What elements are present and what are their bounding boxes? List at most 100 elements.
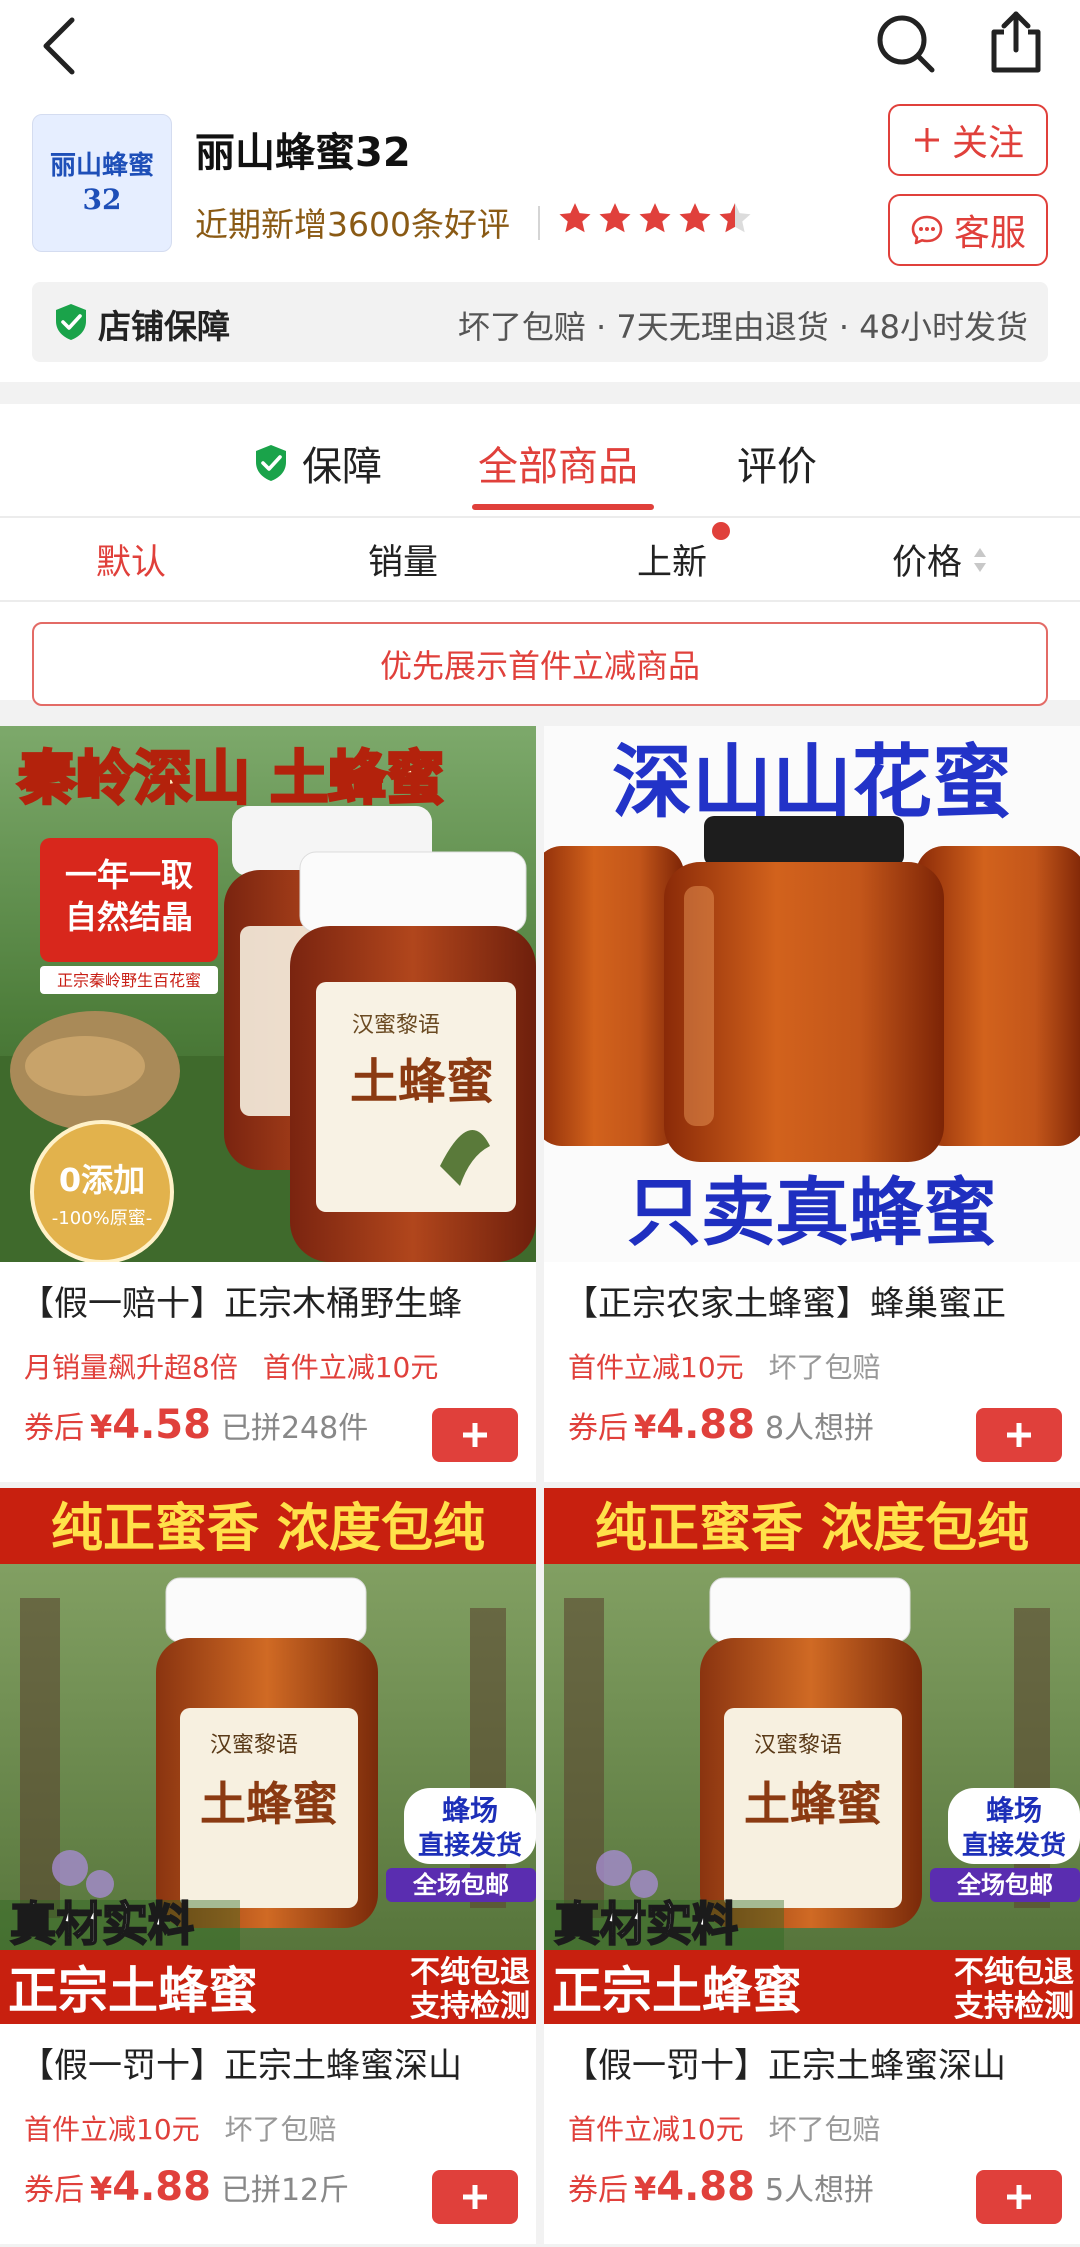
chat-icon	[911, 215, 943, 245]
sort-price[interactable]: 价格	[892, 534, 988, 585]
product-tag: 首件立减10元	[24, 2113, 200, 2146]
product-title[interactable]: 【假一罚十】正宗土蜂蜜深山	[564, 2038, 1069, 2087]
product-sold-count: 已拼12斤	[220, 2173, 350, 2208]
image-badge: 直接发货	[962, 1830, 1066, 1861]
image-seal: -100%原蜜-	[52, 1208, 152, 1229]
image-seal: 0添加	[59, 1161, 145, 1199]
price-prefix: 券后	[568, 2173, 628, 2208]
back-icon[interactable]	[30, 10, 100, 80]
product-tag: 坏了包赔	[768, 1351, 881, 1384]
search-icon[interactable]	[870, 8, 942, 80]
sort-sales[interactable]: 销量	[368, 534, 438, 585]
star-icon	[639, 203, 671, 233]
product-title[interactable]: 【正宗农家土蜂蜜】蜂巢蜜正	[564, 1276, 1069, 1325]
price-prefix: 券后	[568, 1411, 628, 1446]
plus-icon	[1007, 1423, 1031, 1447]
shop-review-summary[interactable]: 近期新增3600条好评	[195, 198, 510, 246]
product-tag: 首件立减10元	[568, 2113, 744, 2146]
shop-page: { "shop": { "logo_line1": "丽山蜂蜜", "logo_…	[0, 0, 1080, 2247]
image-headline: 纯正蜜香 浓度包纯	[595, 1499, 1029, 1559]
shop-logo-line1: 丽山蜂蜜	[49, 151, 154, 181]
tab-reviews[interactable]: 评价	[737, 434, 817, 492]
jar-label: 土蜂蜜	[200, 1777, 338, 1831]
shield-check-icon	[56, 304, 86, 340]
image-text: 正宗土蜂蜜	[8, 1962, 258, 2020]
image-badge: 全场包邮	[412, 1871, 509, 1899]
currency-symbol: ¥	[90, 1408, 113, 1446]
product-tags: 首件立减10元 坏了包赔	[568, 1346, 881, 1386]
product-image[interactable]: 纯正蜜香 浓度包纯 汉蜜黎语 土蜂蜜 蜂场 直接发货 全场包邮 真材实料 正宗土…	[0, 1488, 536, 2024]
plus-icon	[463, 1423, 487, 1447]
new-indicator-dot	[712, 522, 730, 540]
follow-label: 关注	[951, 123, 1024, 164]
star-icon	[679, 203, 711, 233]
add-to-cart-button[interactable]	[976, 1408, 1062, 1462]
product-image[interactable]: 纯正蜜香 浓度包纯 汉蜜黎语 土蜂蜜 蜂场 直接发货 全场包邮 真材实料 正宗土…	[544, 1488, 1080, 2024]
product-tags: 月销量飙升超8倍 首件立减10元	[24, 1346, 454, 1386]
product-card[interactable]: 纯正蜜香 浓度包纯 汉蜜黎语 土蜂蜜 蜂场 直接发货 全场包邮 真材实料 正宗土…	[544, 1488, 1080, 2244]
sort-default[interactable]: 默认	[96, 534, 166, 585]
product-title[interactable]: 【假一赔十】正宗木桶野生蜂	[20, 1276, 525, 1325]
image-text: 真材实料	[10, 1897, 194, 1951]
divider	[0, 516, 1080, 518]
product-title[interactable]: 【假一罚十】正宗土蜂蜜深山	[20, 2038, 525, 2087]
image-badge: 自然结晶	[65, 898, 193, 936]
product-image[interactable]: 深山山花蜜 只卖真蜂蜜	[544, 726, 1080, 1262]
jar-brand: 汉蜜黎语	[352, 1013, 440, 1038]
price-prefix: 券后	[24, 2173, 84, 2208]
sort-new[interactable]: 上新	[637, 534, 707, 585]
product-image[interactable]: 秦岭深山 土蜂蜜 一年一取 自然结晶 正宗秦岭野生百花蜜 0添加 -100%原蜜…	[0, 726, 536, 1262]
sort-price-label: 价格	[892, 543, 963, 583]
image-badge: 一年一取	[65, 856, 193, 894]
guarantee-title: 店铺保障	[98, 307, 230, 346]
product-price-row: 券后 ¥ 4.58 已拼248件	[24, 1402, 368, 1458]
first-item-discount-filter[interactable]: 优先展示首件立减商品	[32, 622, 1048, 706]
add-to-cart-button[interactable]	[432, 2170, 518, 2224]
product-card[interactable]: 秦岭深山 土蜂蜜 一年一取 自然结晶 正宗秦岭野生百花蜜 0添加 -100%原蜜…	[0, 726, 536, 1482]
sort-arrows-icon	[974, 547, 987, 572]
shop-logo[interactable]: 丽山蜂蜜 32	[32, 114, 172, 252]
image-badge: 蜂场	[986, 1794, 1042, 1827]
image-headline: 纯正蜜香 浓度包纯	[51, 1499, 485, 1559]
image-footer: 只卖真蜂蜜	[627, 1170, 997, 1256]
guarantee-desc: 坏了包赔 · 7天无理由退货 · 48小时发货	[457, 308, 1028, 346]
customer-service-button[interactable]: 客服	[888, 194, 1048, 266]
product-price: 4.88	[656, 2164, 755, 2210]
image-headline: 秦岭深山 土蜂蜜	[17, 744, 444, 812]
product-card[interactable]: 纯正蜜香 浓度包纯 汉蜜黎语 土蜂蜜 蜂场 直接发货 全场包邮 真材实料 正宗土…	[0, 1488, 536, 2244]
image-headline: 深山山花蜜	[612, 736, 1012, 829]
add-to-cart-button[interactable]	[976, 2170, 1062, 2224]
add-to-cart-button[interactable]	[432, 1408, 518, 1462]
product-sold-count: 5人想拼	[764, 2173, 875, 2208]
image-text: 不纯包退	[954, 1955, 1074, 1990]
shop-guarantee-bar[interactable]: 店铺保障 坏了包赔 · 7天无理由退货 · 48小时发货	[32, 282, 1048, 362]
image-text: 支持检测	[410, 1989, 530, 2024]
shop-header: 丽山蜂蜜 32 丽山蜂蜜32 近期新增3600条好评 关注 客服 店铺保障 坏了…	[0, 0, 1080, 382]
product-price-row: 券后 ¥ 4.88 5人想拼	[568, 2164, 874, 2220]
product-sold-count: 已拼248件	[220, 1411, 369, 1446]
image-text: 不纯包退	[410, 1955, 530, 1990]
product-price: 4.58	[112, 1402, 211, 1448]
currency-symbol: ¥	[90, 2170, 113, 2208]
image-badge: 正宗秦岭野生百花蜜	[57, 971, 201, 990]
product-sold-count: 8人想拼	[764, 1411, 875, 1446]
image-badge: 直接发货	[418, 1830, 522, 1861]
image-text: 支持检测	[954, 1989, 1074, 2024]
follow-button[interactable]: 关注	[888, 104, 1048, 176]
divider	[538, 206, 540, 240]
shield-check-icon	[256, 445, 286, 481]
jar-brand: 汉蜜黎语	[754, 1733, 842, 1758]
tab-all-products[interactable]: 全部商品	[478, 434, 638, 492]
half-star-icon	[719, 203, 751, 233]
shop-logo-line2: 32	[82, 183, 122, 216]
product-tag: 坏了包赔	[768, 2113, 881, 2146]
product-price: 4.88	[656, 1402, 755, 1448]
currency-symbol: ¥	[634, 1408, 657, 1446]
shop-name: 丽山蜂蜜32	[195, 130, 411, 176]
product-card[interactable]: 深山山花蜜 只卖真蜂蜜 【正宗农家土蜂蜜】蜂巢蜜正 首件立减10元 坏了包赔 券…	[544, 726, 1080, 1482]
image-text: 正宗土蜂蜜	[552, 1962, 802, 2020]
tab-guarantee[interactable]: 保障	[252, 434, 382, 492]
image-badge: 全场包邮	[956, 1871, 1053, 1899]
product-tag: 坏了包赔	[224, 2113, 337, 2146]
share-icon[interactable]	[980, 6, 1052, 78]
